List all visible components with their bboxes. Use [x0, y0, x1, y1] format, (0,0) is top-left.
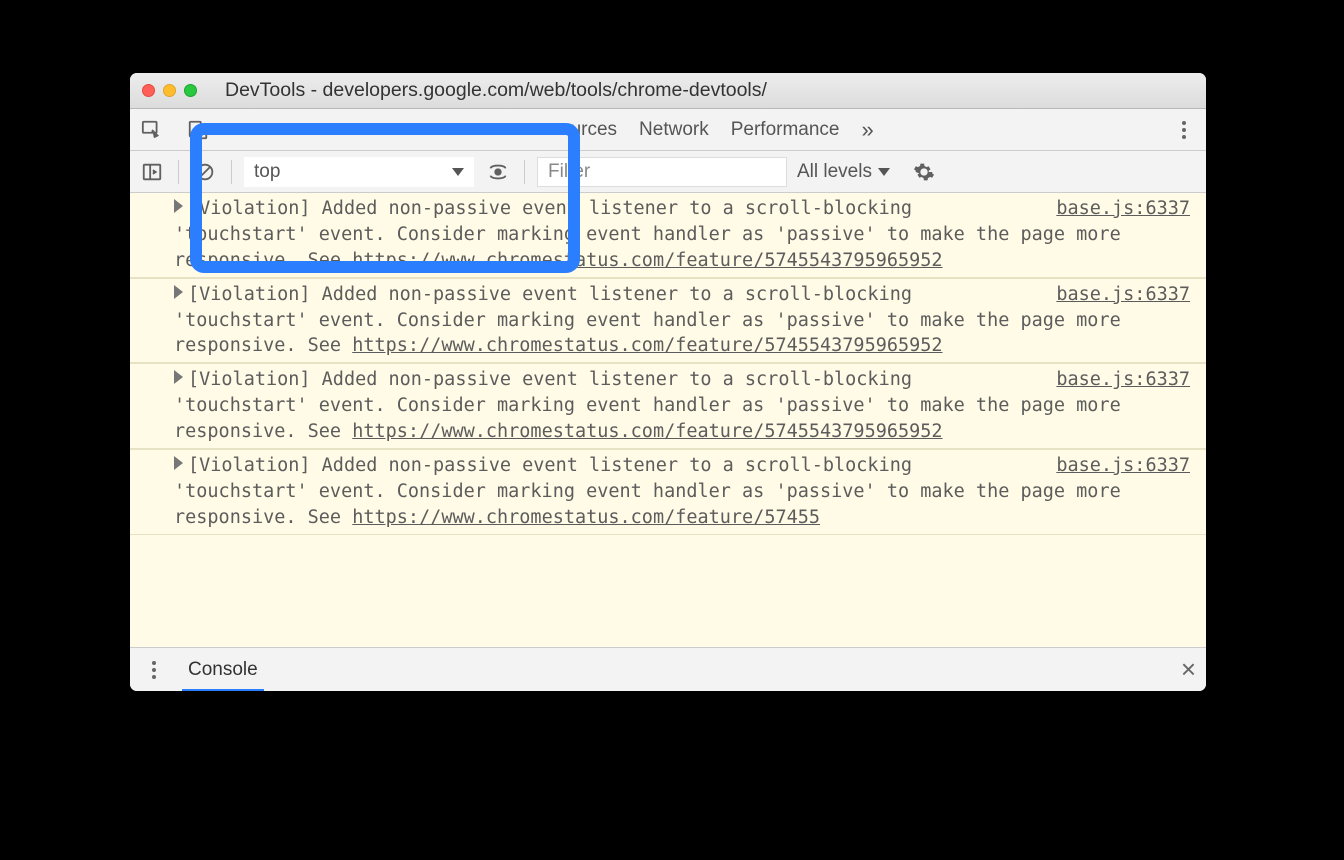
titlebar: DevTools - developers.google.com/web/too…	[130, 73, 1206, 109]
message-source-link[interactable]: base.js:6337	[1036, 282, 1190, 308]
log-level-selector[interactable]: All levels	[797, 161, 890, 183]
zoom-window-button[interactable]	[184, 84, 197, 97]
panel-tab-bar: ources Network Performance »	[130, 109, 1206, 151]
chevron-down-icon	[452, 168, 464, 176]
live-expression-icon[interactable]	[484, 158, 512, 186]
drawer-bar: Console ×	[130, 647, 1206, 691]
disclosure-triangle-icon[interactable]	[174, 456, 183, 470]
device-toolbar-icon[interactable]	[184, 116, 212, 144]
execution-context-label: top	[254, 161, 280, 183]
divider	[231, 160, 232, 184]
console-message[interactable]: base.js:6337 [Violation] Added non-passi…	[130, 449, 1206, 535]
disclosure-triangle-icon[interactable]	[174, 285, 183, 299]
tab-network[interactable]: Network	[637, 119, 711, 141]
close-window-button[interactable]	[142, 84, 155, 97]
execution-context-selector[interactable]: top	[244, 157, 474, 187]
console-message[interactable]: base.js:6337 [Violation] Added non-passi…	[130, 193, 1206, 278]
filter-input[interactable]: Filter	[537, 157, 787, 187]
console-settings-icon[interactable]	[910, 158, 938, 186]
message-prefix: [Violation]	[188, 455, 311, 476]
drawer-more-icon[interactable]	[140, 656, 168, 684]
tab-sources-partial[interactable]: ources	[558, 119, 619, 141]
console-message[interactable]: base.js:6337 [Violation] Added non-passi…	[130, 278, 1206, 364]
tab-performance[interactable]: Performance	[729, 119, 842, 141]
console-toolbar: top Filter All levels	[130, 151, 1206, 193]
divider	[178, 160, 179, 184]
message-source-link[interactable]: base.js:6337	[1036, 367, 1190, 393]
message-link[interactable]: https://www.chromestatus.com/feature/574…	[352, 507, 820, 528]
message-link[interactable]: https://www.chromestatus.com/feature/574…	[352, 250, 942, 271]
divider	[524, 160, 525, 184]
console-sidebar-toggle-icon[interactable]	[138, 158, 166, 186]
drawer-close-button[interactable]: ×	[1181, 654, 1196, 685]
tabs-overflow-button[interactable]: »	[860, 117, 876, 143]
disclosure-triangle-icon[interactable]	[174, 199, 183, 213]
message-prefix: [Violation]	[188, 198, 311, 219]
clear-console-icon[interactable]	[191, 158, 219, 186]
disclosure-triangle-icon[interactable]	[174, 370, 183, 384]
window-controls	[142, 84, 197, 97]
minimize-window-button[interactable]	[163, 84, 176, 97]
message-prefix: [Violation]	[188, 369, 311, 390]
filter-placeholder: Filter	[548, 161, 590, 183]
chevron-down-icon	[878, 168, 890, 176]
window-title: DevTools - developers.google.com/web/too…	[205, 79, 1194, 102]
message-link[interactable]: https://www.chromestatus.com/feature/574…	[352, 421, 942, 442]
console-message[interactable]: base.js:6337 [Violation] Added non-passi…	[130, 363, 1206, 449]
log-level-label: All levels	[797, 161, 872, 183]
drawer-tab-label: Console	[188, 659, 258, 681]
more-menu-icon[interactable]	[1170, 116, 1198, 144]
message-source-link[interactable]: base.js:6337	[1036, 196, 1190, 222]
inspect-element-icon[interactable]	[138, 116, 166, 144]
drawer-tab-console[interactable]: Console	[184, 648, 262, 691]
message-prefix: [Violation]	[188, 284, 311, 305]
message-link[interactable]: https://www.chromestatus.com/feature/574…	[352, 335, 942, 356]
message-source-link[interactable]: base.js:6337	[1036, 453, 1190, 479]
devtools-window: DevTools - developers.google.com/web/too…	[130, 73, 1206, 691]
console-messages: base.js:6337 [Violation] Added non-passi…	[130, 193, 1206, 647]
